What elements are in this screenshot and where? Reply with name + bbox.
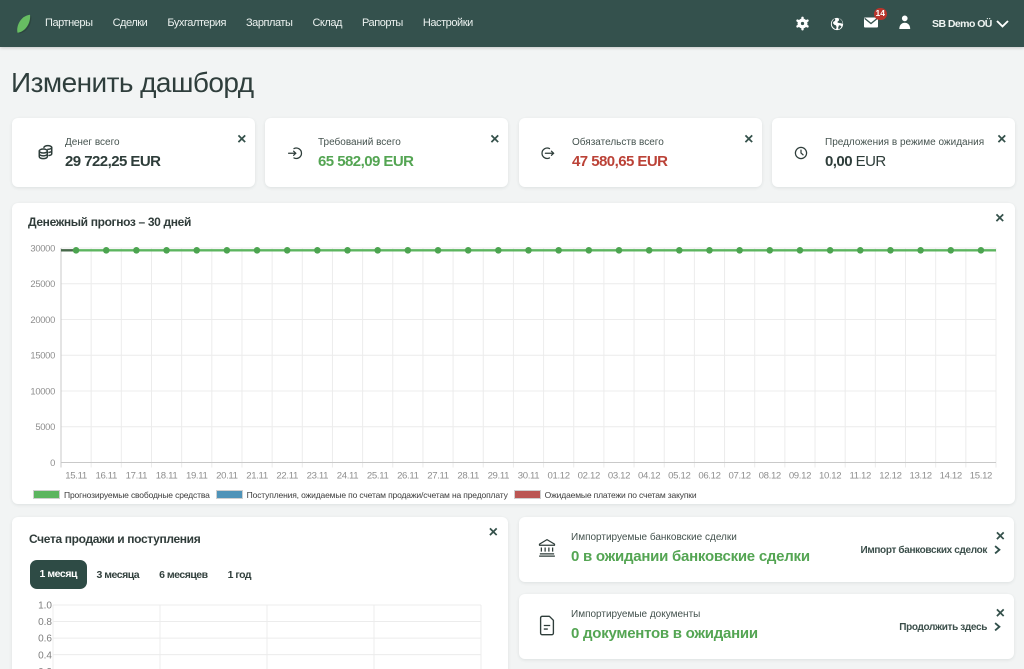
svg-text:10.12: 10.12 bbox=[819, 471, 841, 482]
svg-text:29.11: 29.11 bbox=[488, 471, 510, 482]
svg-text:26.11: 26.11 bbox=[397, 471, 419, 482]
svg-text:5000: 5000 bbox=[35, 421, 55, 432]
svg-text:09.12: 09.12 bbox=[789, 471, 811, 482]
svg-text:17.11: 17.11 bbox=[126, 471, 148, 482]
svg-text:22.11: 22.11 bbox=[276, 471, 298, 482]
svg-text:19.11: 19.11 bbox=[186, 471, 208, 482]
svg-text:24.11: 24.11 bbox=[337, 471, 359, 482]
svg-text:21.11: 21.11 bbox=[246, 471, 268, 482]
svg-text:02.12: 02.12 bbox=[578, 471, 600, 482]
svg-text:30000: 30000 bbox=[30, 242, 55, 253]
svg-text:15000: 15000 bbox=[30, 350, 55, 361]
svg-text:13.12: 13.12 bbox=[909, 471, 931, 482]
svg-text:0.6: 0.6 bbox=[38, 634, 52, 645]
svg-text:28.11: 28.11 bbox=[457, 471, 479, 482]
svg-text:0.8: 0.8 bbox=[38, 617, 52, 628]
svg-text:1.0: 1.0 bbox=[38, 601, 52, 612]
svg-text:07.12: 07.12 bbox=[728, 471, 750, 482]
svg-text:14.12: 14.12 bbox=[940, 471, 962, 482]
svg-text:30.11: 30.11 bbox=[518, 471, 540, 482]
svg-text:03.12: 03.12 bbox=[608, 471, 630, 482]
svg-text:16.11: 16.11 bbox=[95, 471, 117, 482]
svg-text:23.11: 23.11 bbox=[307, 471, 329, 482]
svg-text:08.12: 08.12 bbox=[759, 471, 781, 482]
svg-text:0.4: 0.4 bbox=[38, 650, 52, 661]
svg-text:01.12: 01.12 bbox=[548, 471, 570, 482]
svg-text:04.12: 04.12 bbox=[638, 471, 660, 482]
svg-text:15.12: 15.12 bbox=[970, 471, 992, 482]
svg-text:20.11: 20.11 bbox=[216, 471, 238, 482]
svg-text:15.11: 15.11 bbox=[65, 471, 87, 482]
svg-text:06.12: 06.12 bbox=[698, 471, 720, 482]
svg-text:10000: 10000 bbox=[30, 385, 55, 396]
svg-text:11.12: 11.12 bbox=[849, 471, 871, 482]
svg-text:25000: 25000 bbox=[30, 278, 55, 289]
svg-text:27.11: 27.11 bbox=[427, 471, 449, 482]
svg-text:18.11: 18.11 bbox=[156, 471, 178, 482]
svg-text:0: 0 bbox=[50, 457, 55, 468]
svg-text:05.12: 05.12 bbox=[668, 471, 690, 482]
svg-text:25.11: 25.11 bbox=[367, 471, 389, 482]
svg-text:20000: 20000 bbox=[30, 314, 55, 325]
svg-text:12.12: 12.12 bbox=[879, 471, 901, 482]
